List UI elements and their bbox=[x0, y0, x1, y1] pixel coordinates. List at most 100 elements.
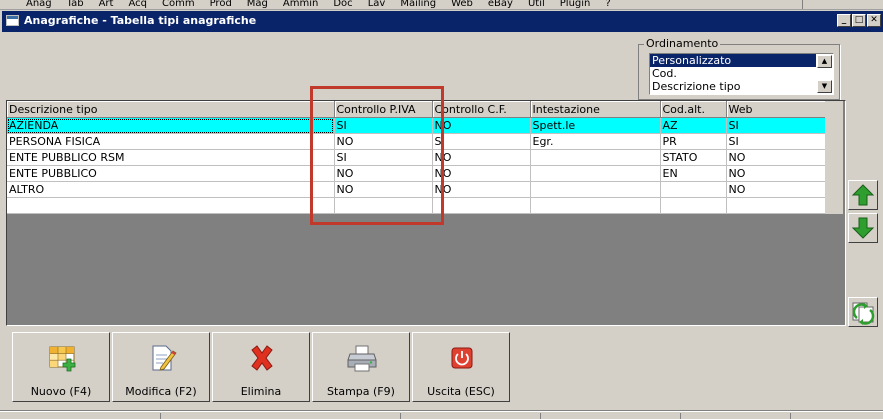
cell-intestazione[interactable] bbox=[530, 149, 661, 166]
table-row[interactable]: PERSONA FISICA NO SI Egr. PR SI bbox=[7, 133, 826, 150]
cell-web[interactable]: NO bbox=[726, 149, 826, 166]
menu-lav[interactable]: Lav bbox=[368, 0, 386, 9]
menu-mag[interactable]: Mag bbox=[247, 0, 268, 9]
ordinamento-option-personalizzato[interactable]: Personalizzato bbox=[650, 54, 816, 67]
table-row[interactable]: ENTE PUBBLICO NO NO EN NO bbox=[7, 165, 826, 182]
menu-acq[interactable]: Acq bbox=[128, 0, 147, 9]
cell-descrizione[interactable]: ENTE PUBBLICO bbox=[7, 165, 335, 182]
cell-descrizione[interactable]: ENTE PUBBLICO RSM bbox=[7, 149, 335, 166]
menu-mailing[interactable]: Mailing bbox=[400, 0, 436, 9]
cell-web[interactable]: NO bbox=[726, 181, 826, 198]
refresh-button[interactable] bbox=[848, 297, 878, 327]
cell-controllo-piva[interactable]: SI bbox=[334, 149, 433, 166]
status-divider bbox=[540, 413, 541, 419]
menu-help[interactable]: ? bbox=[605, 0, 610, 9]
edit-document-icon bbox=[152, 345, 177, 371]
cell-controllo-cf[interactable]: NO bbox=[432, 149, 531, 166]
nuovo-button[interactable]: Nuovo (F4) bbox=[12, 332, 110, 402]
uscita-button[interactable]: Uscita (ESC) bbox=[412, 332, 510, 402]
menu-anag[interactable]: Anag bbox=[26, 0, 52, 9]
cell-empty[interactable] bbox=[660, 197, 727, 214]
cell-web[interactable]: SI bbox=[726, 133, 826, 150]
cell-controllo-cf[interactable]: NO bbox=[432, 165, 531, 182]
printer-icon bbox=[347, 345, 377, 372]
power-exit-icon bbox=[451, 347, 473, 369]
ordinamento-listbox[interactable]: Personalizzato Cod. Descrizione tipo ▲ ▼ bbox=[649, 53, 834, 95]
modifica-label: Modifica (F2) bbox=[125, 385, 197, 398]
table-header-row: Descrizione tipo Controllo P.IVA Control… bbox=[7, 101, 826, 118]
column-header-controllo-piva[interactable]: Controllo P.IVA bbox=[334, 101, 433, 118]
menu-ebay[interactable]: eBay bbox=[488, 0, 513, 9]
cell-empty[interactable] bbox=[432, 197, 531, 214]
table-row[interactable]: ALTRO NO NO NO bbox=[7, 181, 826, 198]
cell-controllo-piva[interactable]: NO bbox=[334, 165, 433, 182]
ordinamento-option-descrizione[interactable]: Descrizione tipo bbox=[650, 80, 816, 93]
cell-empty[interactable] bbox=[530, 197, 661, 214]
column-header-descrizione[interactable]: Descrizione tipo bbox=[7, 101, 335, 118]
move-up-button[interactable] bbox=[848, 180, 878, 210]
table-row[interactable]: AZIENDA SI NO Spett.le AZ SI bbox=[7, 117, 826, 134]
cell-cod-alt[interactable]: AZ bbox=[660, 117, 727, 134]
table-row-empty[interactable] bbox=[7, 197, 826, 214]
cell-empty[interactable] bbox=[334, 197, 433, 214]
ordinamento-option-cod[interactable]: Cod. bbox=[650, 67, 816, 80]
cell-cod-alt[interactable]: STATO bbox=[660, 149, 727, 166]
cell-cod-alt[interactable] bbox=[660, 181, 727, 198]
elimina-button[interactable]: Elimina bbox=[212, 332, 310, 402]
arrow-down-icon bbox=[851, 217, 875, 239]
window-icon bbox=[6, 15, 19, 26]
cell-descrizione[interactable]: PERSONA FISICA bbox=[7, 133, 335, 150]
status-divider bbox=[680, 413, 681, 419]
status-divider bbox=[160, 413, 161, 419]
cell-controllo-piva[interactable]: NO bbox=[334, 133, 433, 150]
cell-descrizione[interactable]: ALTRO bbox=[7, 181, 335, 198]
scroll-down-icon[interactable]: ▼ bbox=[817, 80, 832, 93]
cell-cod-alt[interactable]: PR bbox=[660, 133, 727, 150]
cell-intestazione[interactable]: Egr. bbox=[530, 133, 661, 150]
status-divider bbox=[790, 413, 791, 419]
cell-controllo-piva[interactable]: NO bbox=[334, 181, 433, 198]
column-header-cod-alt[interactable]: Cod.alt. bbox=[660, 101, 727, 118]
cell-intestazione[interactable]: Spett.le bbox=[530, 117, 661, 134]
window-titlebar: Anagrafiche - Tabella tipi anagrafiche _… bbox=[2, 11, 883, 32]
cell-intestazione[interactable] bbox=[530, 181, 661, 198]
cell-intestazione[interactable] bbox=[530, 165, 661, 182]
menu-comm[interactable]: Comm bbox=[162, 0, 195, 9]
cell-controllo-cf[interactable]: SI bbox=[432, 133, 531, 150]
cell-controllo-cf[interactable]: NO bbox=[432, 117, 531, 134]
status-divider bbox=[400, 413, 401, 419]
ordinamento-label: Ordinamento bbox=[644, 37, 721, 50]
cell-empty[interactable] bbox=[7, 197, 335, 214]
cell-cod-alt[interactable]: EN bbox=[660, 165, 727, 182]
stampa-label: Stampa (F9) bbox=[327, 385, 395, 398]
menu-tab[interactable]: Tab bbox=[67, 0, 84, 9]
menu-web[interactable]: Web bbox=[451, 0, 473, 9]
menu-prod[interactable]: Prod bbox=[210, 0, 232, 9]
menu-plugin[interactable]: Plugin bbox=[560, 0, 591, 9]
modifica-button[interactable]: Modifica (F2) bbox=[112, 332, 210, 402]
close-button[interactable]: ✕ bbox=[867, 14, 881, 27]
cell-controllo-cf[interactable]: NO bbox=[432, 181, 531, 198]
new-record-icon bbox=[49, 346, 76, 372]
cell-empty[interactable] bbox=[726, 197, 826, 214]
menu-art[interactable]: Art bbox=[99, 0, 114, 9]
move-down-button[interactable] bbox=[848, 213, 878, 243]
cell-web[interactable]: SI bbox=[726, 117, 826, 134]
cell-web[interactable]: NO bbox=[726, 165, 826, 182]
table-row[interactable]: ENTE PUBBLICO RSM SI NO STATO NO bbox=[7, 149, 826, 166]
stampa-button[interactable]: Stampa (F9) bbox=[312, 332, 410, 402]
menu-ammin[interactable]: Ammin bbox=[283, 0, 318, 9]
menu-util[interactable]: Util bbox=[528, 0, 545, 9]
menu-doc[interactable]: Doc bbox=[333, 0, 352, 9]
column-header-web[interactable]: Web bbox=[726, 101, 826, 118]
grid-vertical-scrollbar[interactable] bbox=[825, 101, 843, 214]
cell-controllo-piva[interactable]: SI bbox=[334, 117, 433, 134]
nuovo-label: Nuovo (F4) bbox=[30, 385, 92, 398]
column-header-controllo-cf[interactable]: Controllo C.F. bbox=[432, 101, 531, 118]
maximize-button[interactable]: □ bbox=[852, 14, 866, 27]
column-header-intestazione[interactable]: Intestazione bbox=[530, 101, 661, 118]
scroll-up-icon[interactable]: ▲ bbox=[817, 55, 832, 68]
data-grid: Descrizione tipo Controllo P.IVA Control… bbox=[6, 100, 846, 326]
cell-descrizione[interactable]: AZIENDA bbox=[7, 117, 335, 134]
minimize-button[interactable]: _ bbox=[837, 14, 851, 27]
